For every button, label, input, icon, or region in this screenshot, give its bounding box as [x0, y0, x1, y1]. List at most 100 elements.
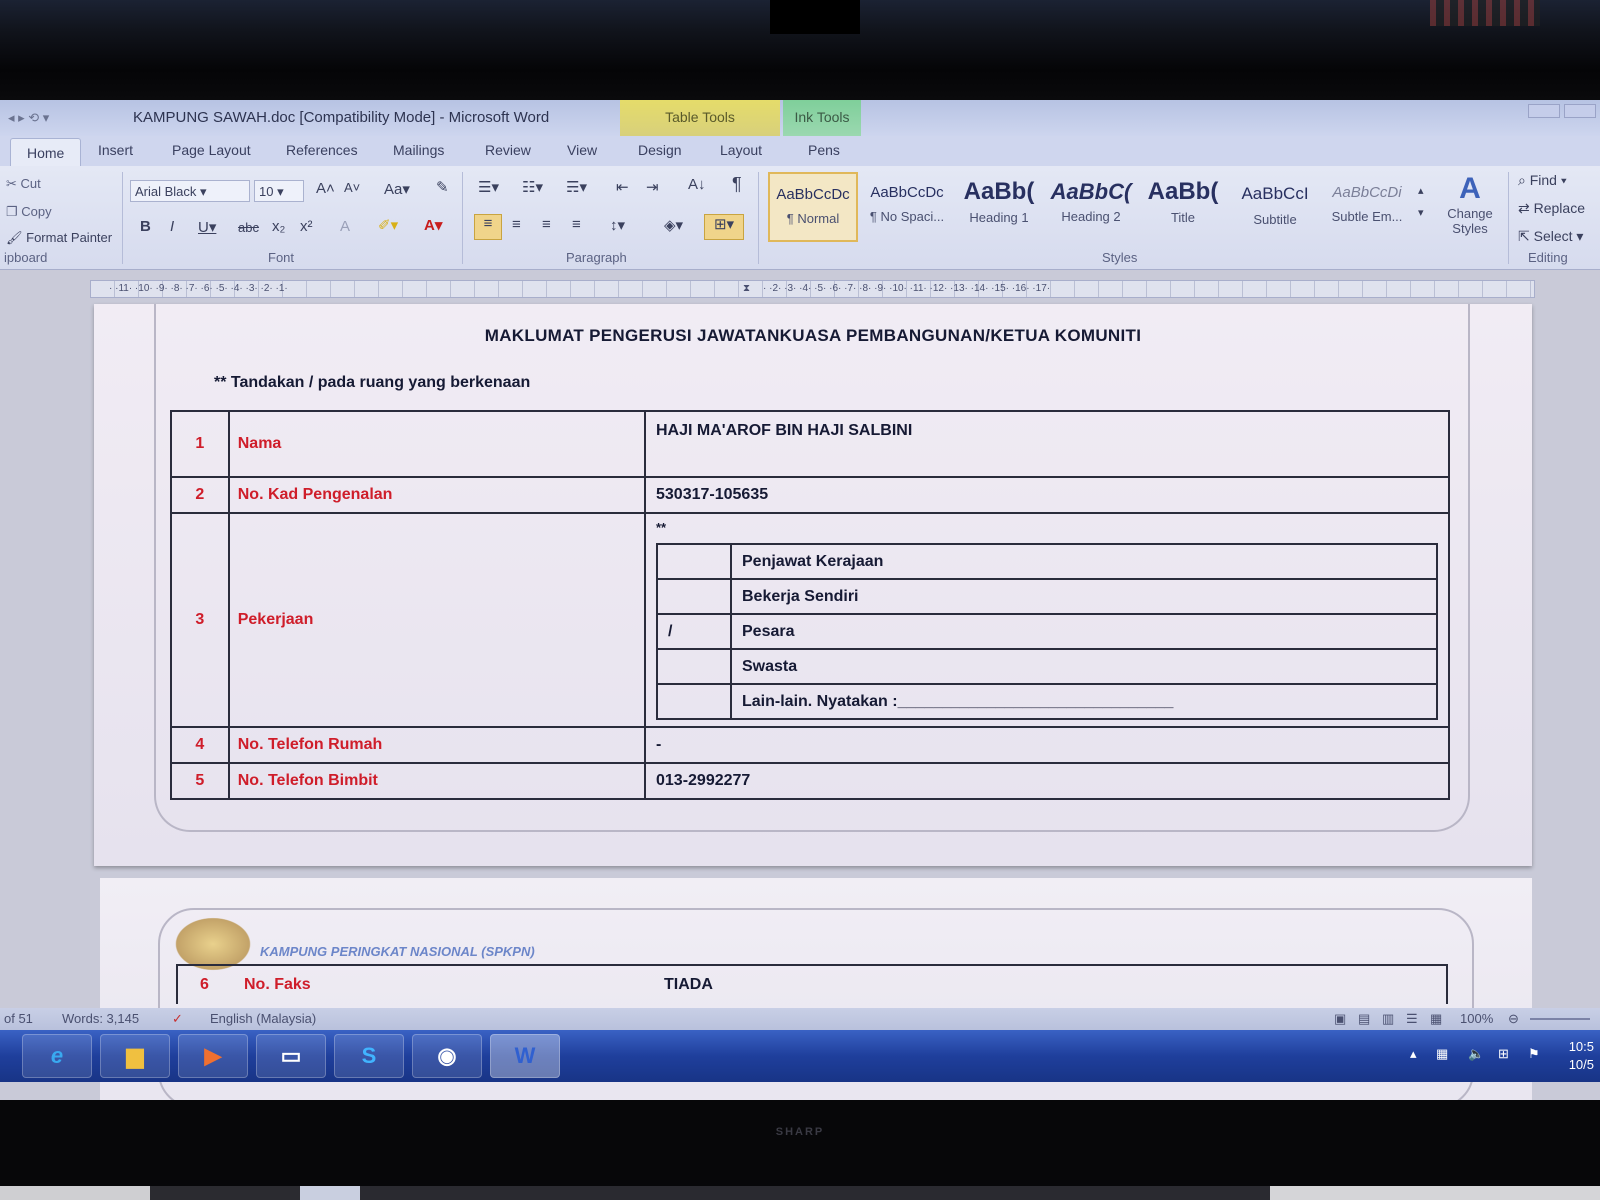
tab-mailings[interactable]: Mailings	[393, 142, 444, 158]
row-label[interactable]: No. Kad Pengenalan	[227, 476, 647, 514]
tab-home[interactable]: Home	[10, 138, 82, 166]
ruler-indent-marker[interactable]: ⧗	[743, 283, 750, 294]
shrink-font-icon[interactable]: A˅	[344, 180, 360, 195]
select-button[interactable]: ⇱ Select ▾	[1518, 228, 1583, 245]
occupation-option[interactable]: Lain-lain. Nyatakan :___________________…	[730, 683, 1438, 720]
bold-icon[interactable]: B	[140, 218, 151, 235]
row-number[interactable]: 3	[170, 512, 230, 728]
row-label[interactable]: No. Telefon Bimbit	[227, 762, 647, 800]
word-count[interactable]: Words: 3,145	[62, 1011, 139, 1026]
increase-indent-icon[interactable]: ⇥	[646, 178, 659, 196]
borders-icon[interactable]: ⊞▾	[704, 214, 744, 240]
show-formatting-marks-icon[interactable]: ¶	[732, 174, 742, 195]
occupation-mark[interactable]: /	[656, 613, 732, 650]
tab-design[interactable]: Design	[638, 142, 682, 158]
numbering-icon[interactable]: ☷▾	[522, 178, 543, 196]
row-number[interactable]: 6	[200, 976, 209, 994]
row-label[interactable]: No. Faks	[244, 976, 311, 994]
row-label[interactable]: Pekerjaan	[227, 512, 647, 728]
occupation-mark[interactable]	[656, 648, 732, 685]
tab-view[interactable]: View	[567, 142, 597, 158]
row-number[interactable]: 1	[170, 410, 230, 478]
zoom-out-icon[interactable]: ⊖	[1508, 1011, 1519, 1027]
line-spacing-icon[interactable]: ↕▾	[610, 216, 625, 234]
find-button[interactable]: ⌕ Find ▾	[1518, 172, 1567, 189]
style-subtle-emphasis[interactable]: AaBbCcDi Subtle Em...	[1322, 172, 1412, 242]
tab-pens[interactable]: Pens	[808, 142, 840, 158]
chrome-icon[interactable]: ◉	[412, 1034, 482, 1078]
name-value[interactable]: HAJI MA'AROF BIN HAJI SALBINI	[644, 410, 1450, 478]
proofing-icon[interactable]: ✓	[172, 1011, 183, 1027]
file-explorer-icon[interactable]: ▆	[100, 1034, 170, 1078]
tab-layout[interactable]: Layout	[720, 142, 762, 158]
word-icon[interactable]: W	[490, 1034, 560, 1078]
change-case-icon[interactable]: Aa▾	[384, 180, 410, 198]
occupation-mark[interactable]	[656, 683, 732, 720]
font-size-combo[interactable]: 10 ▾	[254, 180, 304, 202]
page-count[interactable]: of 51	[4, 1011, 33, 1026]
tab-review[interactable]: Review	[485, 142, 531, 158]
skype-icon[interactable]: S	[334, 1034, 404, 1078]
align-left-icon[interactable]: ≡	[474, 214, 502, 240]
replace-button[interactable]: ⇄ Replace	[1518, 200, 1585, 217]
format-painter-button[interactable]: 🖌 Format Painter	[6, 230, 112, 246]
zoom-level[interactable]: 100%	[1460, 1011, 1493, 1026]
superscript-icon[interactable]: x²	[300, 218, 313, 235]
windows-icon[interactable]: ⊞	[1498, 1046, 1509, 1062]
style-heading-1[interactable]: AaBb( Heading 1	[954, 172, 1044, 242]
view-reading-icon[interactable]: ▤	[1358, 1011, 1370, 1027]
style-heading-2[interactable]: AaBbC( Heading 2	[1046, 172, 1136, 242]
remote-desktop-icon[interactable]: ▭	[256, 1034, 326, 1078]
occupation-option[interactable]: Pesara	[730, 613, 1438, 650]
zoom-slider[interactable]	[1530, 1018, 1590, 1020]
language-indicator[interactable]: English (Malaysia)	[210, 1011, 316, 1026]
ic-number-value[interactable]: 530317-105635	[644, 476, 1450, 514]
text-effects-icon[interactable]: A	[340, 218, 350, 235]
underline-icon[interactable]: U▾	[198, 218, 216, 236]
occupation-cell[interactable]: ** Penjawat Kerajaan Bekerja Sendiri / P…	[644, 512, 1450, 728]
change-styles-button[interactable]: A Change Styles	[1438, 172, 1502, 236]
occupation-option[interactable]: Bekerja Sendiri	[730, 578, 1438, 615]
style-subtitle[interactable]: AaBbCcI Subtitle	[1230, 172, 1320, 242]
row-label[interactable]: No. Telefon Rumah	[227, 726, 647, 764]
cut-button[interactable]: ✂ Cut	[6, 176, 41, 192]
row-number[interactable]: 4	[170, 726, 230, 764]
justify-icon[interactable]: ≡	[572, 216, 581, 233]
row-number[interactable]: 5	[170, 762, 230, 800]
multilevel-list-icon[interactable]: ☴▾	[566, 178, 587, 196]
network-icon[interactable]: ▦	[1436, 1046, 1448, 1062]
style-normal[interactable]: AaBbCcDc ¶ Normal	[768, 172, 858, 242]
row-label[interactable]: Nama	[227, 410, 647, 478]
highlight-icon[interactable]: ✐▾	[378, 216, 398, 234]
font-color-icon[interactable]: A▾	[424, 216, 442, 234]
subscript-icon[interactable]: x₂	[272, 218, 285, 235]
quick-access-toolbar[interactable]: ◂ ▸ ⟲ ▾	[8, 110, 49, 126]
strikethrough-icon[interactable]: abc	[238, 220, 259, 235]
internet-explorer-icon[interactable]: e	[22, 1034, 92, 1078]
font-name-combo[interactable]: Arial Black ▾	[130, 180, 250, 202]
copy-button[interactable]: ❐ Copy	[6, 204, 52, 220]
occupation-mark[interactable]	[656, 578, 732, 615]
occupation-mark[interactable]	[656, 543, 732, 580]
home-phone-value[interactable]: -	[644, 726, 1450, 764]
document-page[interactable]: MAKLUMAT PENGERUSI JAWATANKUASA PEMBANGU…	[94, 304, 1532, 866]
tab-references[interactable]: References	[286, 142, 358, 158]
volume-icon[interactable]: 🔈	[1468, 1046, 1484, 1062]
show-hidden-icons-icon[interactable]: ▴	[1410, 1046, 1417, 1062]
view-web-icon[interactable]: ▥	[1382, 1011, 1394, 1027]
occupation-option[interactable]: Swasta	[730, 648, 1438, 685]
style-title[interactable]: AaBb( Title	[1138, 172, 1228, 242]
decrease-indent-icon[interactable]: ⇤	[616, 178, 629, 196]
action-center-flag-icon[interactable]: ⚑	[1528, 1046, 1540, 1062]
clear-formatting-icon[interactable]: ✎	[436, 178, 449, 196]
view-outline-icon[interactable]: ☰	[1406, 1011, 1418, 1027]
row-number[interactable]: 2	[170, 476, 230, 514]
view-draft-icon[interactable]: ▦	[1430, 1011, 1442, 1027]
tab-insert[interactable]: Insert	[98, 142, 133, 158]
fax-value[interactable]: TIADA	[664, 976, 713, 994]
minimize-button[interactable]	[1528, 104, 1560, 118]
grow-font-icon[interactable]: A˄	[316, 180, 335, 197]
sort-icon[interactable]: A↓	[688, 176, 706, 193]
styles-scroll-icon[interactable]: ▴ ▾	[1418, 180, 1424, 224]
view-print-layout-icon[interactable]: ▣	[1334, 1011, 1346, 1027]
